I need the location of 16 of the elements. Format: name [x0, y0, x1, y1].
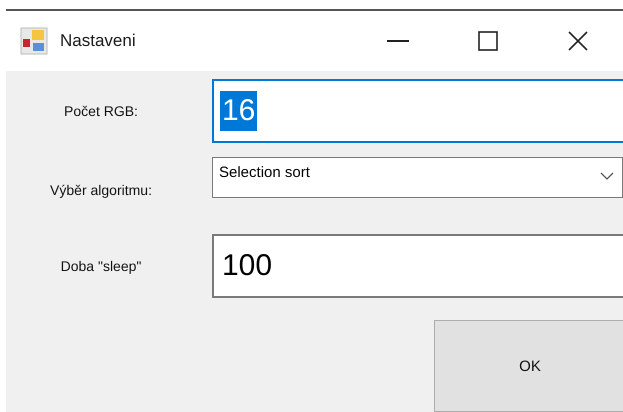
input-field[interactable]: 100: [212, 234, 623, 298]
input-field[interactable]: 16: [212, 79, 623, 143]
chevron-down-icon: [600, 172, 614, 180]
minimize-icon: [387, 40, 409, 42]
field-value: 16: [220, 90, 258, 131]
dropdown-value: Selection sort: [219, 164, 310, 181]
window-title: Nastaveni: [60, 31, 137, 51]
maximize-icon: [478, 31, 498, 51]
app-icon: [20, 27, 48, 55]
close-icon: [567, 30, 589, 52]
field-value: 100: [221, 248, 274, 284]
field-label: Počet RGB:: [63, 102, 139, 119]
ok-button[interactable]: OK: [434, 320, 623, 412]
dropdown[interactable]: Selection sort: [212, 156, 623, 198]
field-label: Výběr algoritmu:: [49, 180, 153, 198]
field-label: Doba "sleep": [60, 258, 142, 274]
